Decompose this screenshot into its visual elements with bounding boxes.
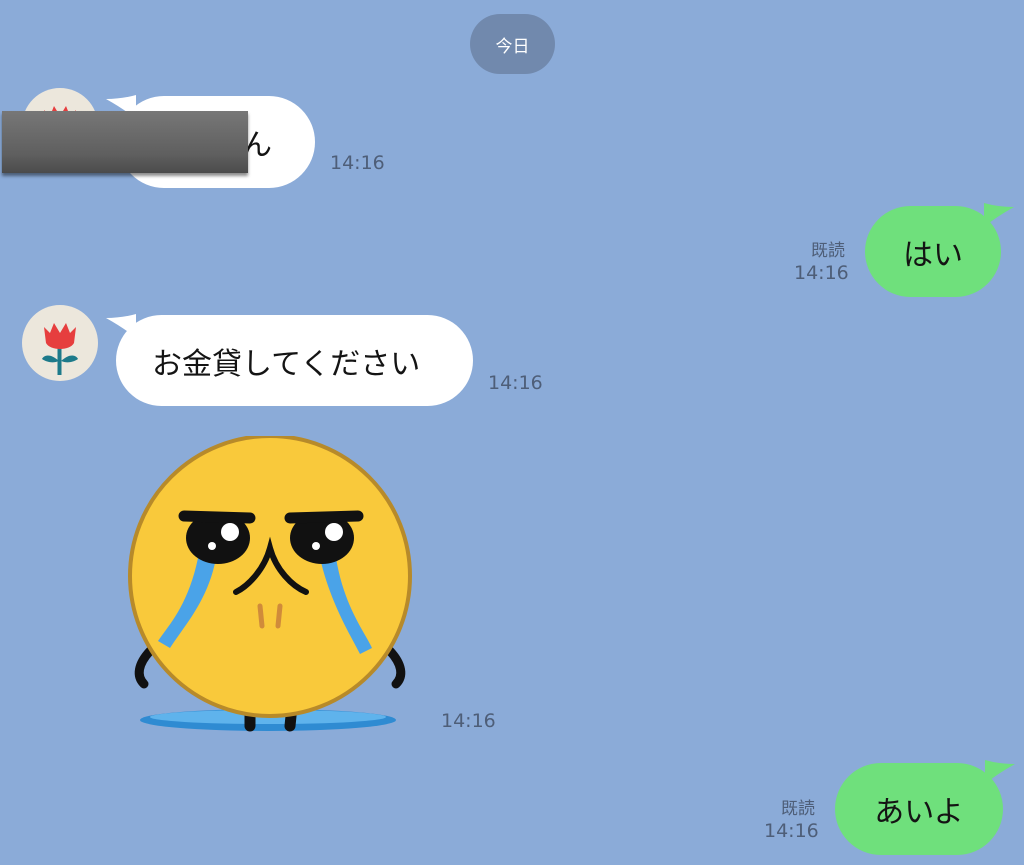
bubble-tail	[985, 760, 1015, 784]
message-time: 14:16	[794, 262, 849, 284]
message-time: 14:16	[330, 152, 385, 174]
chat-area[interactable]: 今日 ん 14:16 既読 14:16 はい お金貸してください 14:16 1…	[0, 0, 1024, 865]
red-tulip-icon	[42, 323, 78, 375]
message-time: 14:16	[488, 372, 543, 394]
message-text: はい	[903, 237, 963, 273]
bubble-tail	[984, 203, 1014, 227]
read-receipt: 既読	[811, 241, 845, 261]
message-time: 14:16	[441, 710, 496, 732]
outgoing-message-bubble[interactable]: あいよ	[835, 763, 1003, 855]
read-receipt: 既読	[781, 799, 815, 819]
date-separator: 今日	[470, 14, 555, 74]
incoming-message-bubble[interactable]: お金貸してください	[116, 315, 473, 406]
message-text: お金貸してください	[152, 346, 421, 382]
sender-avatar[interactable]	[22, 305, 98, 381]
outgoing-message-bubble[interactable]: はい	[865, 206, 1001, 297]
redaction-bar	[2, 111, 248, 173]
crying-emoji-sticker[interactable]	[118, 436, 428, 746]
message-time: 14:16	[764, 820, 819, 842]
message-text: あいよ	[874, 795, 964, 830]
